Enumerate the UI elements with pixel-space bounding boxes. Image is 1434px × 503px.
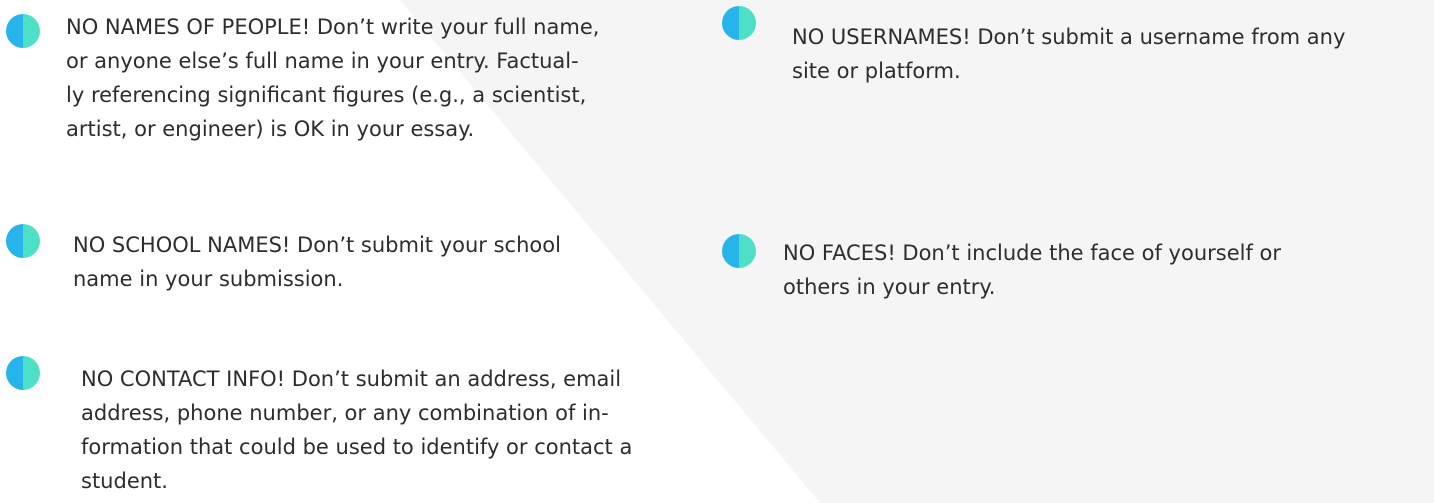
rule-text: NO CONTACT INFO! Don’t submit an address…	[81, 367, 633, 493]
bullet-icon	[6, 356, 40, 390]
bullet-icon	[6, 14, 40, 48]
rule-text: NO USERNAMES! Don’t submit a username fr…	[792, 25, 1346, 83]
rule-text: NO FACES! Don’t include the face of your…	[783, 241, 1282, 299]
rule-text: NO SCHOOL NAMES! Don’t submit your schoo…	[73, 233, 561, 291]
bullet-icon	[722, 234, 756, 268]
bullet-icon	[722, 6, 756, 40]
bullet-icon	[6, 224, 40, 258]
rule-text: NO NAMES OF PEOPLE! Don’t write your ful…	[66, 15, 600, 141]
